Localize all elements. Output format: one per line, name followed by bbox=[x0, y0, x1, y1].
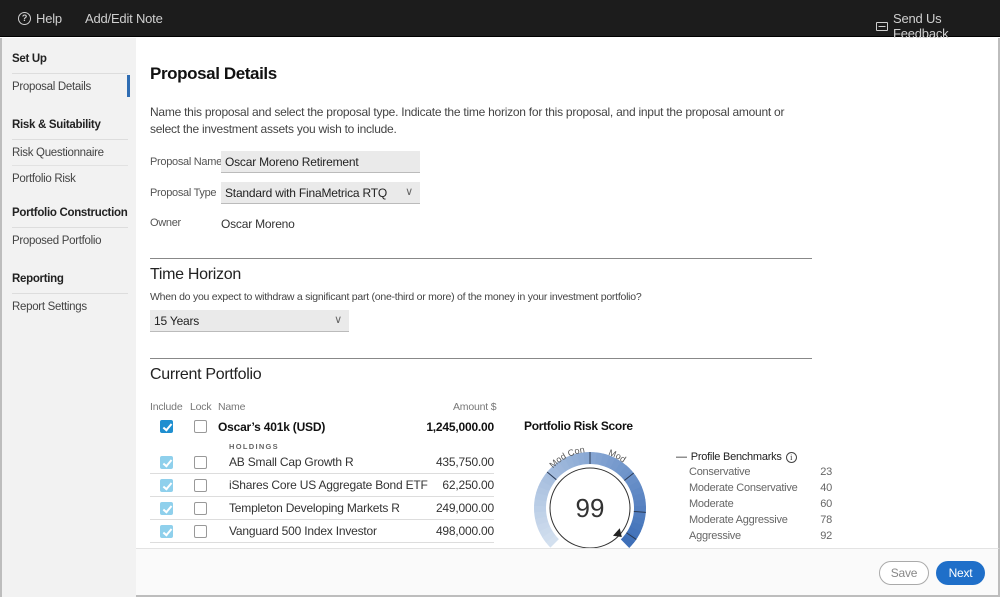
column-header-lock: Lock bbox=[190, 401, 212, 413]
holding-name: Vanguard 500 Index Investor bbox=[229, 524, 377, 538]
include-checkbox[interactable] bbox=[160, 502, 173, 515]
benchmark-row: Conservative 23 bbox=[676, 464, 832, 480]
holding-name: iShares Core US Aggregate Bond ETF bbox=[229, 478, 428, 492]
holding-row: AB Small Cap Growth R 435,750.00 bbox=[150, 451, 494, 474]
proposal-type-label: Proposal Type bbox=[150, 187, 217, 199]
holding-amount: 498,000.00 bbox=[435, 524, 494, 538]
mail-icon bbox=[876, 21, 888, 31]
benchmark-value: 40 bbox=[820, 482, 832, 494]
time-horizon-select[interactable]: 15 Years ∨ bbox=[150, 310, 349, 332]
sidebar-item-report-settings[interactable]: Report Settings bbox=[12, 294, 128, 319]
send-feedback-label: Send Us Feedback bbox=[892, 11, 949, 41]
benchmark-label: Conservative bbox=[689, 466, 751, 478]
column-header-include: Include bbox=[150, 401, 183, 413]
time-horizon-value: 15 Years bbox=[154, 314, 200, 328]
include-checkbox[interactable] bbox=[160, 525, 173, 538]
send-feedback-link[interactable]: Send Us Feedback bbox=[876, 11, 1000, 41]
holding-amount: 435,750.00 bbox=[435, 455, 494, 469]
holding-row: Templeton Developing Markets R 249,000.0… bbox=[150, 497, 494, 520]
benchmark-label: Moderate bbox=[689, 498, 734, 510]
lock-checkbox[interactable] bbox=[194, 525, 207, 538]
proposal-type-value: Standard with FinaMetrica RTQ bbox=[225, 186, 388, 200]
info-icon[interactable]: i bbox=[785, 451, 797, 463]
lock-checkbox[interactable] bbox=[194, 479, 207, 492]
benchmarks-title: Profile Benchmarks bbox=[690, 451, 782, 463]
include-checkbox[interactable] bbox=[160, 479, 173, 492]
benchmark-value: 60 bbox=[820, 498, 832, 510]
sidebar-item-portfolio-risk[interactable]: Portfolio Risk bbox=[12, 166, 128, 191]
holding-row: iShares Core US Aggregate Bond ETF 62,25… bbox=[150, 474, 494, 497]
sidebar-section-set-up: Set Up Proposal Details bbox=[12, 53, 130, 99]
lock-checkbox[interactable] bbox=[194, 502, 207, 515]
sidebar-section-reporting: Reporting Report Settings bbox=[12, 273, 128, 319]
add-edit-note-label: Add/Edit Note bbox=[85, 11, 163, 26]
chevron-down-icon: ∨ bbox=[334, 314, 342, 326]
sidebar-item-proposal-details[interactable]: Proposal Details bbox=[12, 74, 130, 99]
sidebar-section-risk-suitability: Risk & Suitability Risk Questionnaire Po… bbox=[12, 119, 128, 191]
sidebar-item-risk-questionnaire[interactable]: Risk Questionnaire bbox=[12, 140, 128, 166]
benchmark-legend-line: — bbox=[676, 451, 687, 463]
benchmark-label: Moderate Conservative bbox=[689, 482, 798, 494]
sidebar-item-proposed-portfolio[interactable]: Proposed Portfolio bbox=[12, 228, 128, 253]
benchmark-row: Moderate Aggressive 78 bbox=[676, 512, 832, 528]
proposal-name-label: Proposal Name bbox=[150, 156, 222, 168]
help-label: Help bbox=[36, 11, 62, 26]
help-link[interactable]: ? Help bbox=[18, 11, 62, 26]
sidebar-heading: Reporting bbox=[12, 273, 128, 294]
account-name: Oscar’s 401k (USD) bbox=[218, 420, 326, 434]
time-horizon-title: Time Horizon bbox=[150, 266, 241, 283]
page-title: Proposal Details bbox=[150, 64, 277, 83]
benchmark-row: Aggressive 92 bbox=[676, 528, 832, 544]
proposal-type-select[interactable]: Standard with FinaMetrica RTQ ∨ bbox=[221, 182, 420, 204]
include-checkbox[interactable] bbox=[160, 456, 173, 469]
section-divider bbox=[150, 358, 812, 359]
include-checkbox[interactable] bbox=[160, 420, 173, 433]
sidebar-heading: Set Up bbox=[12, 53, 128, 74]
risk-score-gauge: 99 Mod Con Mod bbox=[534, 444, 646, 549]
holding-amount: 62,250.00 bbox=[442, 478, 494, 492]
benchmarks-header: — Profile Benchmarks i bbox=[676, 451, 832, 463]
profile-benchmarks: — Profile Benchmarks i Conservative 23 Mo… bbox=[676, 451, 832, 544]
intro-text: Name this proposal and select the propos… bbox=[150, 105, 785, 136]
help-icon: ? bbox=[18, 12, 31, 25]
account-amount: 1,245,000.00 bbox=[426, 420, 494, 434]
main-content: Proposal Details Name this proposal and … bbox=[136, 38, 1000, 549]
lock-checkbox[interactable] bbox=[194, 456, 207, 469]
time-horizon-question: When do you expect to withdraw a signifi… bbox=[150, 291, 642, 303]
next-button[interactable]: Next bbox=[936, 561, 985, 585]
benchmark-row: Moderate Conservative 40 bbox=[676, 480, 832, 496]
chevron-down-icon: ∨ bbox=[405, 186, 413, 198]
holding-name: Templeton Developing Markets R bbox=[229, 501, 400, 515]
column-header-amount: Amount $ bbox=[453, 401, 497, 413]
current-portfolio-title: Current Portfolio bbox=[150, 366, 262, 383]
lock-checkbox[interactable] bbox=[194, 420, 207, 433]
risk-score-value: 99 bbox=[576, 493, 605, 523]
owner-value: Oscar Moreno bbox=[221, 217, 295, 231]
sidebar-heading: Risk & Suitability bbox=[12, 119, 128, 140]
column-header-name: Name bbox=[218, 401, 246, 413]
save-button[interactable]: Save bbox=[879, 561, 929, 585]
footer-bar: Save Next bbox=[136, 548, 1000, 597]
sidebar-nav: Set Up Proposal Details Risk & Suitabili… bbox=[0, 38, 136, 597]
sidebar-section-portfolio-construction: Portfolio Construction Proposed Portfoli… bbox=[12, 207, 128, 253]
sidebar-heading: Portfolio Construction bbox=[12, 207, 128, 228]
benchmark-row: Moderate 60 bbox=[676, 496, 832, 512]
section-divider bbox=[150, 258, 812, 259]
account-row: Oscar’s 401k (USD) 1,245,000.00 bbox=[150, 416, 494, 439]
add-edit-note-link[interactable]: Add/Edit Note bbox=[85, 11, 163, 26]
benchmark-value: 92 bbox=[820, 530, 832, 542]
holding-row: Vanguard 500 Index Investor 498,000.00 bbox=[150, 520, 494, 543]
top-bar: ? Help Add/Edit Note Send Us Feedback bbox=[0, 0, 1000, 41]
proposal-name-input[interactable]: Oscar Moreno Retirement bbox=[221, 151, 420, 173]
holding-amount: 249,000.00 bbox=[435, 501, 494, 515]
owner-label: Owner bbox=[150, 217, 181, 229]
benchmark-label: Aggressive bbox=[689, 530, 741, 542]
benchmark-label: Moderate Aggressive bbox=[689, 514, 788, 526]
gauge-arc-segment bbox=[534, 505, 547, 513]
holding-name: AB Small Cap Growth R bbox=[229, 455, 354, 469]
benchmark-value: 23 bbox=[820, 466, 832, 478]
portfolio-risk-score-title: Portfolio Risk Score bbox=[524, 419, 633, 433]
holdings-label: HOLDINGS bbox=[229, 442, 279, 451]
benchmark-value: 78 bbox=[820, 514, 832, 526]
